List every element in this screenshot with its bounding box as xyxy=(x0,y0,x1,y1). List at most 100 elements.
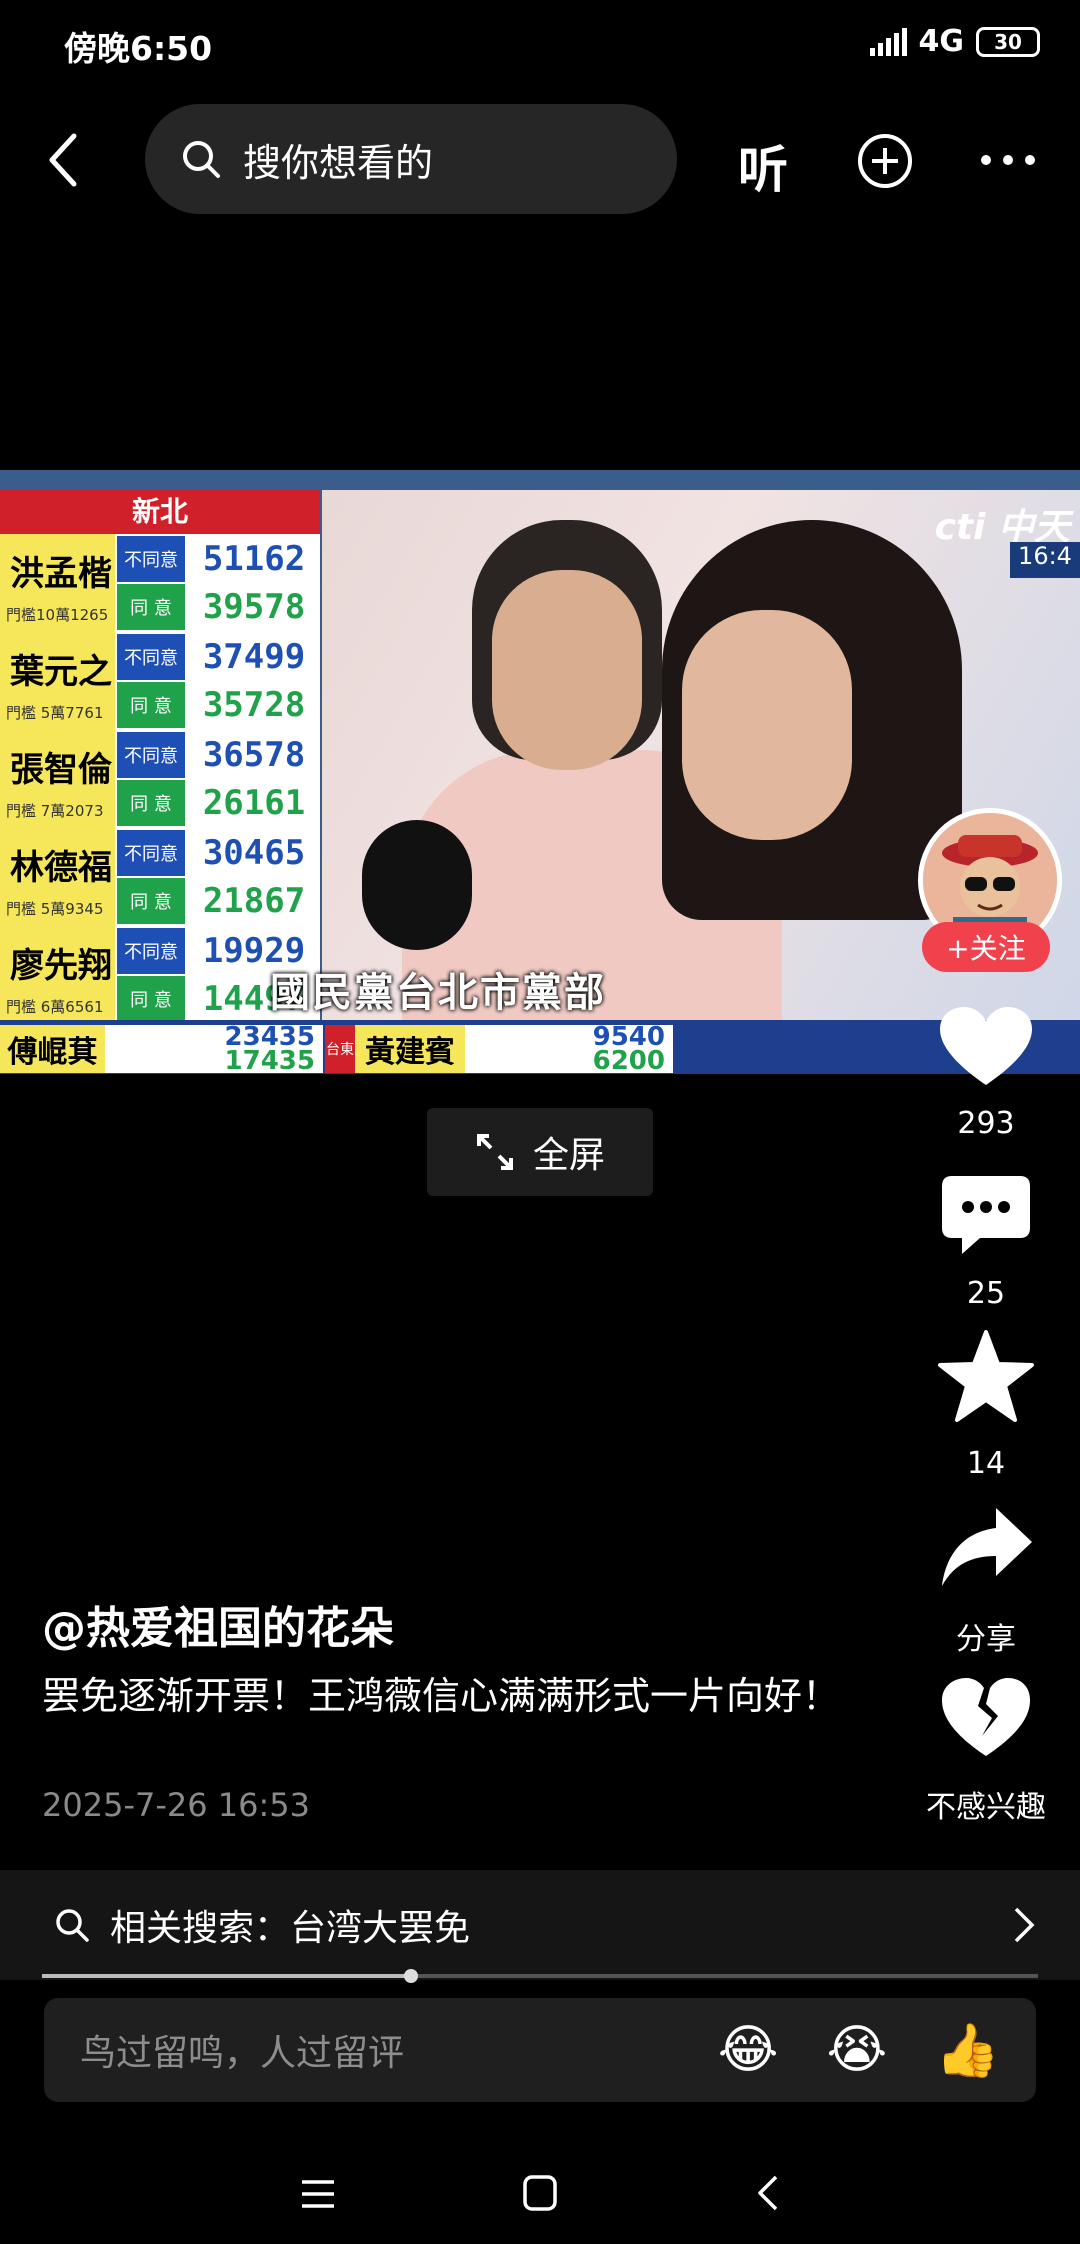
author-name[interactable]: @热爱祖国的花朵 xyxy=(42,1592,394,1656)
scoreboard-row: 張智倫 門檻 7萬2073 不同意同 意 36578 26161 xyxy=(0,730,320,828)
nav-back-icon[interactable] xyxy=(756,2174,780,2212)
agree-count: 35728 xyxy=(202,685,306,725)
favorite-count: 14 xyxy=(966,1446,1006,1481)
like-button[interactable] xyxy=(938,1005,1034,1093)
plus-circle-icon xyxy=(858,134,912,188)
search-icon xyxy=(56,1909,89,1942)
candidate-name: 洪孟楷 xyxy=(10,554,112,594)
agree-count: 26161 xyxy=(202,783,306,823)
person-face xyxy=(492,570,642,770)
like-count: 293 xyxy=(957,1106,1015,1141)
candidate-name-cell: 葉元之門檻 5萬7761 xyxy=(0,632,115,730)
heart-icon xyxy=(940,1007,1032,1085)
create-button[interactable] xyxy=(856,132,914,194)
progress-fill xyxy=(42,1974,411,1978)
bottom-right-name: 黃建賓 xyxy=(355,1025,465,1073)
scoreboard-row: 葉元之 門檻 5萬7761 不同意同 意 37499 35728 xyxy=(0,632,320,730)
video-player[interactable]: 新北 洪孟楷 門檻10萬1265 不同意同 意 51162 39578 葉元之 門檻 5萬7… xyxy=(0,470,1080,1074)
related-search-text: 相关搜索：台湾大罢免 xyxy=(110,1908,471,1949)
microphone xyxy=(362,820,472,950)
comment-button[interactable] xyxy=(940,1174,1032,1262)
search-placeholder: 搜你想看的 xyxy=(243,140,434,185)
back-button[interactable] xyxy=(44,130,94,190)
follow-button[interactable]: +关注 xyxy=(922,922,1050,972)
menu-icon[interactable] xyxy=(300,2176,336,2212)
comment-bubble-icon xyxy=(942,1176,1030,1254)
more-dots-icon xyxy=(981,155,1035,165)
thumbs-up-emoji-button[interactable]: 👍 xyxy=(935,2020,1000,2081)
comment-count: 25 xyxy=(966,1276,1006,1311)
candidate-name: 廖先翔 xyxy=(10,946,112,986)
star-icon xyxy=(938,1330,1034,1422)
back-arrow-icon xyxy=(49,133,77,187)
comment-input[interactable]: 鸟过留鸣，人过留评 😂 😭 👍 xyxy=(44,1998,1036,2102)
agree-tag: 同 意 xyxy=(117,584,185,630)
candidate-name-cell: 張智倫 門檻 7萬2073 xyxy=(0,730,115,828)
not-interested-button[interactable] xyxy=(940,1676,1032,1764)
status-time: 傍晚6:50 xyxy=(64,29,213,68)
search-input[interactable]: 搜你想看的 xyxy=(145,104,677,214)
disagree-tag: 不同意 xyxy=(117,830,185,876)
bottom-score-left: 傅崐萁 23435 17435 xyxy=(0,1024,323,1074)
agree-tag: 同 意 xyxy=(117,682,185,728)
candidate-name-cell: 洪孟楷門檻10萬1265 xyxy=(0,534,115,632)
disagree-tag: 不同意 xyxy=(117,928,185,974)
share-label: 分享 xyxy=(956,1622,1016,1657)
post-date: 2025-7-26 16:53 xyxy=(42,1786,310,1824)
agree-tag: 同 意 xyxy=(117,878,185,924)
broken-heart-icon xyxy=(942,1678,1030,1756)
disagree-count: 51162 xyxy=(202,539,306,579)
playback-progress[interactable] xyxy=(42,1969,1038,1983)
scoreboard-row: 洪孟楷 門檻10萬1265 不同意同 意 51162 39578 xyxy=(0,534,320,632)
candidate-name: 林德福 xyxy=(10,848,112,888)
video-clock: 16:4 xyxy=(1010,542,1080,578)
search-icon xyxy=(183,141,220,178)
not-interested-label: 不感兴趣 xyxy=(926,1790,1046,1825)
expand-icon xyxy=(476,1134,513,1170)
bottom-right-yes: 6200 xyxy=(592,1046,665,1074)
candidate-name-cell: 廖先翔門檻 6萬6561 xyxy=(0,926,115,1024)
favorite-button[interactable] xyxy=(938,1330,1034,1426)
candidate-name: 葉元之 xyxy=(10,652,112,692)
woman-face xyxy=(682,610,852,840)
related-search-bar[interactable]: 相关搜索：台湾大罢免 xyxy=(0,1870,1080,1980)
candidate-threshold: 門檻 6萬6561 xyxy=(6,998,104,1016)
bottom-left-yes: 17435 xyxy=(224,1046,315,1074)
signal-icon xyxy=(869,27,907,56)
disagree-count: 36578 xyxy=(202,735,306,775)
scoreboard-title: 新北 xyxy=(0,490,320,534)
bottom-score-right: 台東 黃建賓 9540 6200 xyxy=(325,1024,673,1074)
video-caption: 國民黨台北市黨部 xyxy=(270,969,606,1016)
more-button[interactable] xyxy=(978,146,1038,178)
comment-placeholder: 鸟过留鸣，人过留评 xyxy=(80,2033,405,2074)
fullscreen-button[interactable]: 全屏 xyxy=(427,1108,653,1196)
disagree-tag: 不同意 xyxy=(117,634,185,680)
post-description: 罢免逐渐开票！王鸿薇信心满满形式一片向好！ xyxy=(42,1674,841,1718)
progress-knob[interactable] xyxy=(404,1969,418,1983)
disagree-tag: 不同意 xyxy=(117,732,185,778)
bottom-right-region: 台東 xyxy=(325,1025,355,1073)
fullscreen-label: 全屏 xyxy=(532,1135,605,1176)
candidate-threshold: 門檻 7萬2073 xyxy=(6,802,104,820)
home-icon[interactable] xyxy=(522,2174,558,2212)
disagree-count: 37499 xyxy=(202,637,306,677)
disagree-count: 30465 xyxy=(202,833,306,873)
listen-button[interactable]: 听 xyxy=(738,130,788,202)
status-indicators: 4G 30 xyxy=(869,24,1040,59)
agree-count: 21867 xyxy=(202,881,306,921)
agree-tag: 同 意 xyxy=(117,780,185,826)
share-button[interactable] xyxy=(940,1506,1034,1594)
disagree-tag: 不同意 xyxy=(117,536,185,582)
cry-emoji-button[interactable]: 😭 xyxy=(826,2020,887,2080)
agree-count: 39578 xyxy=(202,587,306,627)
candidate-threshold: 門檻10萬1265 xyxy=(6,606,109,624)
agree-tag: 同 意 xyxy=(117,976,185,1022)
network-label: 4G xyxy=(918,24,965,59)
share-arrow-icon xyxy=(942,1508,1032,1586)
scoreboard-row: 林德福 門檻 5萬9345 不同意同 意 30465 21867 xyxy=(0,828,320,926)
chevron-right-icon xyxy=(1014,1907,1035,1943)
laugh-emoji-button[interactable]: 😂 xyxy=(718,2020,779,2080)
battery-icon: 30 xyxy=(976,26,1040,57)
bottom-left-name: 傅崐萁 xyxy=(0,1025,105,1073)
candidate-threshold: 門檻 5萬7761 xyxy=(6,704,104,722)
